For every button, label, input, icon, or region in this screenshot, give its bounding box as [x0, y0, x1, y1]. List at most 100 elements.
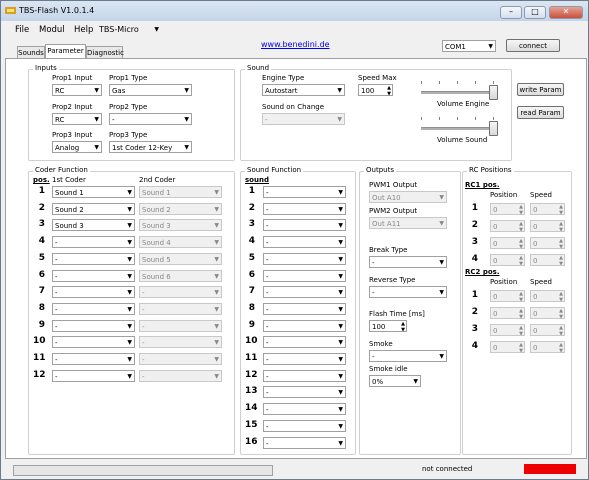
close-button[interactable]: ✕ — [549, 6, 583, 19]
rc-position-stepper[interactable]: 0 ▲ ▼ — [490, 324, 525, 337]
second-coder-select[interactable]: - ▼ — [139, 302, 222, 315]
prop1-type-select[interactable]: Gas ▼ — [109, 84, 192, 96]
sound-function-select[interactable]: - ▼ — [263, 202, 346, 215]
first-coder-select[interactable]: - ▼ — [52, 353, 135, 365]
volume-sound-track[interactable] — [421, 127, 493, 130]
rc-position-stepper[interactable]: 0 ▲ ▼ — [490, 341, 525, 354]
stepper-arrows-icon[interactable]: ▲ ▼ — [559, 238, 563, 250]
engine-type-select[interactable]: Autostart ▼ — [262, 84, 345, 96]
stepper-arrows-icon[interactable]: ▲ ▼ — [559, 291, 563, 303]
pwm2-select[interactable]: Out A11 ▼ — [369, 217, 447, 229]
break-type-select[interactable]: - ▼ — [369, 256, 447, 268]
rc-speed-stepper[interactable]: 0 ▲ ▼ — [530, 237, 565, 250]
second-coder-select[interactable]: Sound 2 ▼ — [139, 202, 222, 215]
sound-function-select[interactable]: - ▼ — [263, 436, 346, 449]
stepper-arrows-icon[interactable]: ▲ ▼ — [519, 308, 523, 320]
pwm1-select[interactable]: Out A10 ▼ — [369, 191, 447, 203]
rc-position-stepper[interactable]: 0 ▲ ▼ — [490, 237, 525, 250]
stepper-arrows-icon[interactable]: ▲ ▼ — [559, 204, 563, 216]
sound-on-change-select[interactable]: - ▼ — [262, 113, 345, 125]
menu-help[interactable]: Help — [74, 25, 93, 35]
second-coder-select[interactable]: - ▼ — [139, 286, 222, 299]
second-coder-select[interactable]: Sound 6 ▼ — [139, 269, 222, 282]
sound-function-select[interactable]: - ▼ — [263, 319, 346, 332]
stepper-arrows-icon[interactable]: ▲ ▼ — [559, 325, 563, 337]
first-coder-select[interactable]: - ▼ — [52, 302, 135, 315]
prop3-type-select[interactable]: 1st Coder 12-Key ▼ — [109, 141, 192, 153]
sound-function-select[interactable]: - ▼ — [263, 369, 346, 382]
write-param-button[interactable]: write Param — [517, 83, 564, 96]
second-coder-select[interactable]: - ▼ — [139, 319, 222, 332]
sound-function-select[interactable]: - ▼ — [263, 419, 346, 432]
prop3-input-select[interactable]: Analog ▼ — [52, 141, 102, 153]
first-coder-select[interactable]: Sound 2 ▼ — [52, 202, 135, 215]
website-link[interactable]: www.benedini.de — [261, 40, 330, 49]
device-select[interactable]: TBS-Micro ▼ — [97, 24, 161, 36]
rc-speed-stepper[interactable]: 0 ▲ ▼ — [530, 324, 565, 337]
connect-button[interactable]: connect — [506, 39, 560, 52]
second-coder-select[interactable]: Sound 3 ▼ — [139, 219, 222, 232]
second-coder-select[interactable]: Sound 4 ▼ — [139, 236, 222, 249]
prop1-input-select[interactable]: RC ▼ — [52, 84, 102, 96]
sound-function-select[interactable]: - ▼ — [263, 186, 346, 198]
first-coder-select[interactable]: Sound 3 ▼ — [52, 219, 135, 232]
second-coder-select[interactable]: - ▼ — [139, 353, 222, 365]
rc-position-stepper[interactable]: 0 ▲ ▼ — [490, 254, 525, 267]
second-coder-select[interactable]: - ▼ — [139, 336, 222, 349]
maximize-button[interactable]: □ — [524, 6, 546, 19]
rc-speed-stepper[interactable]: 0 ▲ ▼ — [530, 290, 565, 303]
rc-position-stepper[interactable]: 0 ▲ ▼ — [490, 220, 525, 233]
stepper-arrows-icon[interactable]: ▲ ▼ — [519, 221, 523, 233]
first-coder-select[interactable]: - ▼ — [52, 336, 135, 349]
menu-file[interactable]: File — [15, 25, 29, 35]
sound-function-select[interactable]: - ▼ — [263, 386, 346, 399]
rc-speed-stepper[interactable]: 0 ▲ ▼ — [530, 307, 565, 320]
rc-position-stepper[interactable]: 0 ▲ ▼ — [490, 307, 525, 320]
stepper-arrows-icon[interactable]: ▲ ▼ — [401, 321, 405, 333]
smoke-idle-select[interactable]: 0% ▼ — [369, 375, 421, 387]
smoke-select[interactable]: - ▼ — [369, 350, 447, 362]
sound-function-select[interactable]: - ▼ — [263, 286, 346, 299]
stepper-arrows-icon[interactable]: ▲ ▼ — [519, 291, 523, 303]
tab-sounds[interactable]: Sounds — [17, 46, 45, 58]
stepper-arrows-icon[interactable]: ▲ ▼ — [519, 342, 523, 354]
prop2-input-select[interactable]: RC ▼ — [52, 113, 102, 125]
first-coder-select[interactable]: - ▼ — [52, 286, 135, 299]
first-coder-select[interactable]: - ▼ — [52, 236, 135, 249]
first-coder-select[interactable]: Sound 1 ▼ — [52, 186, 135, 198]
stepper-arrows-icon[interactable]: ▲ ▼ — [519, 204, 523, 216]
first-coder-select[interactable]: - ▼ — [52, 269, 135, 282]
prop2-type-select[interactable]: - ▼ — [109, 113, 192, 125]
stepper-arrows-icon[interactable]: ▲ ▼ — [519, 325, 523, 337]
volume-sound-slider[interactable] — [489, 121, 498, 136]
read-param-button[interactable]: read Param — [517, 106, 564, 119]
title-bar[interactable]: TBS-Flash V1.0.1.4 – □ ✕ — [1, 1, 588, 21]
first-coder-select[interactable]: - ▼ — [52, 369, 135, 382]
stepper-arrows-icon[interactable]: ▲ ▼ — [559, 255, 563, 267]
sound-function-select[interactable]: - ▼ — [263, 252, 346, 265]
second-coder-select[interactable]: Sound 5 ▼ — [139, 252, 222, 265]
sound-function-select[interactable]: - ▼ — [263, 302, 346, 315]
minimize-button[interactable]: – — [500, 6, 522, 19]
volume-engine-slider[interactable] — [489, 85, 498, 100]
stepper-arrows-icon[interactable]: ▲ ▼ — [519, 238, 523, 250]
rc-speed-stepper[interactable]: 0 ▲ ▼ — [530, 254, 565, 267]
first-coder-select[interactable]: - ▼ — [52, 252, 135, 265]
sound-function-select[interactable]: - ▼ — [263, 403, 346, 416]
volume-engine-track[interactable] — [421, 91, 493, 94]
sound-function-select[interactable]: - ▼ — [263, 269, 346, 282]
sound-function-select[interactable]: - ▼ — [263, 336, 346, 349]
tab-parameter[interactable]: Parameter — [45, 44, 86, 58]
stepper-arrows-icon[interactable]: ▲ ▼ — [559, 342, 563, 354]
rc-position-stepper[interactable]: 0 ▲ ▼ — [490, 290, 525, 303]
second-coder-select[interactable]: - ▼ — [139, 369, 222, 382]
stepper-arrows-icon[interactable]: ▲ ▼ — [387, 85, 391, 97]
rc-speed-stepper[interactable]: 0 ▲ ▼ — [530, 341, 565, 354]
sound-function-select[interactable]: - ▼ — [263, 353, 346, 365]
rc-speed-stepper[interactable]: 0 ▲ ▼ — [530, 220, 565, 233]
tab-diagnostic[interactable]: Diagnostic — [86, 46, 124, 58]
flash-time-stepper[interactable]: 100 ▲ ▼ — [369, 320, 407, 333]
rc-position-stepper[interactable]: 0 ▲ ▼ — [490, 203, 525, 216]
stepper-arrows-icon[interactable]: ▲ ▼ — [559, 221, 563, 233]
reverse-type-select[interactable]: - ▼ — [369, 286, 447, 298]
